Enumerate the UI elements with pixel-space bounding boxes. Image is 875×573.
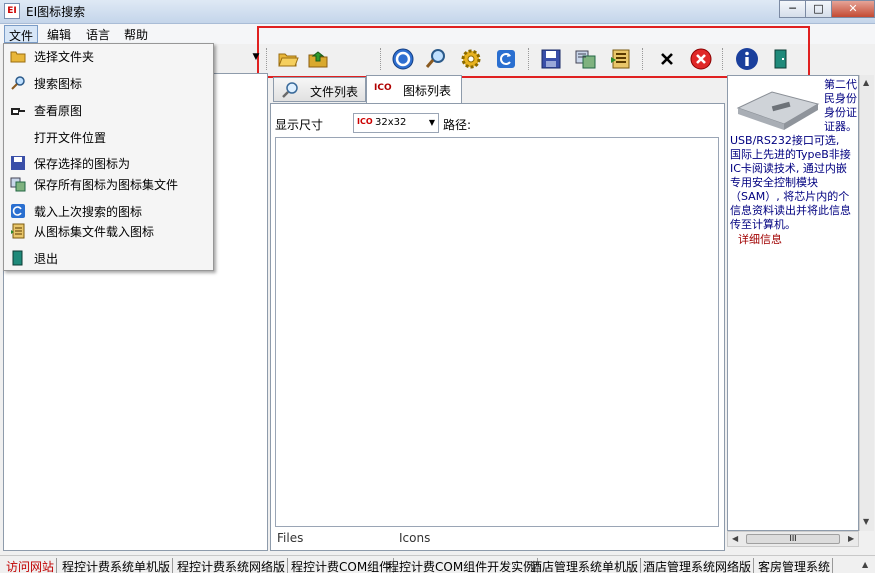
window-title: EI图标搜索 xyxy=(26,5,86,19)
menu-select-folder[interactable]: 选择文件夹 xyxy=(6,46,211,66)
icon-grid-area[interactable] xyxy=(275,137,719,527)
menu-item-label: 载入上次搜索的图标 xyxy=(34,205,143,219)
menu-save-all-icons[interactable]: 保存所有图标为图标集文件 xyxy=(6,174,211,194)
menu-help[interactable]: 帮助 xyxy=(120,25,152,43)
details-link[interactable]: 详细信息 xyxy=(738,231,782,247)
display-size-value: 32x32 xyxy=(375,117,407,128)
ad-line: 信息资料读出并将此信息 xyxy=(730,204,851,217)
ad-line: 证器。 xyxy=(824,120,857,133)
ad-line: 民身份 xyxy=(824,92,857,105)
app-icon: EI xyxy=(4,3,20,19)
minimize-button[interactable]: ─ xyxy=(779,0,806,18)
ad-vertical-scrollbar[interactable]: ▲ ▼ xyxy=(859,75,874,531)
ad-line: （SAM）, 将芯片内的个 xyxy=(730,190,850,203)
link-billing-standalone[interactable]: 程控计费系统单机版 xyxy=(62,558,174,573)
icon-list-tab-body: 显示尺寸 ICO 32x32 ▼ 路径: Files Icons xyxy=(270,103,725,551)
menu-exit[interactable]: 退出 xyxy=(6,248,211,268)
ad-line: 第二代 xyxy=(824,78,857,91)
menu-item-label: 退出 xyxy=(34,252,59,266)
menu-item-label: 选择文件夹 xyxy=(34,50,95,64)
load-iconset-icon xyxy=(10,223,26,239)
link-bar: 访问网站 程控计费系统单机版 程控计费系统网络版 程控计费COM组件 程控计费C… xyxy=(0,555,875,573)
title-bar: EI EI图标搜索 ─ □ ✕ xyxy=(0,0,875,24)
pointing-hand-icon xyxy=(10,102,26,118)
menu-language[interactable]: 语言 xyxy=(82,25,114,43)
reload-icon xyxy=(10,203,26,219)
menu-load-last-search[interactable]: 载入上次搜索的图标 xyxy=(6,201,211,221)
card-reader-image xyxy=(732,78,820,136)
path-label: 路径: xyxy=(443,118,472,132)
scroll-right-icon[interactable]: ▶ xyxy=(848,534,854,543)
search-icon xyxy=(10,75,26,91)
link-visit-website[interactable]: 访问网站 xyxy=(6,558,58,573)
status-columns: Files Icons xyxy=(274,530,720,548)
ico-icon: ICO xyxy=(374,83,392,93)
menu-search-icons[interactable]: 搜索图标 xyxy=(6,73,211,93)
link-billing-com[interactable]: 程控计费COM组件 xyxy=(291,558,395,573)
magnifier-icon xyxy=(280,81,300,102)
link-room-management[interactable]: 客房管理系统 xyxy=(758,558,834,573)
ad-horizontal-scrollbar[interactable]: ◀ III ▶ xyxy=(727,531,859,547)
menu-open-file-location[interactable]: 打开文件位置 xyxy=(6,127,211,147)
menu-item-label: 保存所有图标为图标集文件 xyxy=(34,178,179,192)
scroll-up-icon[interactable]: ▲ xyxy=(863,78,869,87)
ad-line: IC卡阅读技术, 通过内嵌 xyxy=(730,162,847,175)
link-billing-com-example[interactable]: 程控计费COM组件开发实例 xyxy=(387,558,539,573)
chevron-down-icon: ▼ xyxy=(428,118,435,127)
tab-label: 文件列表 xyxy=(310,85,359,99)
tab-icon-list[interactable]: ICO 图标列表 xyxy=(366,75,462,104)
toolbar-highlight-box xyxy=(257,26,810,78)
ico-icon: ICO xyxy=(357,117,373,126)
save-all-icon xyxy=(10,176,26,192)
display-size-select[interactable]: ICO 32x32 ▼ xyxy=(353,113,439,133)
ad-line: USB/RS232接口可选, xyxy=(730,134,840,147)
file-menu-dropdown: 选择文件夹 搜索图标 查看原图 打开文件位置 保存选择的图标为 保存所有图标为图… xyxy=(3,43,214,271)
link-bar-scroll-icon[interactable]: ▲ xyxy=(862,560,868,569)
save-icon xyxy=(10,155,26,171)
menu-item-label: 打开文件位置 xyxy=(34,131,107,145)
center-panel: 文件列表 ICO 图标列表 显示尺寸 ICO 32x32 ▼ 路径: Files… xyxy=(270,75,725,551)
menu-item-label: 保存选择的图标为 xyxy=(34,157,131,171)
link-hotel-network[interactable]: 酒店管理系统网络版 xyxy=(643,558,755,573)
scroll-left-icon[interactable]: ◀ xyxy=(732,534,738,543)
close-button[interactable]: ✕ xyxy=(831,0,875,18)
link-billing-network[interactable]: 程控计费系统网络版 xyxy=(177,558,289,573)
scroll-down-icon[interactable]: ▼ xyxy=(863,517,869,526)
drive-combo-arrow-icon[interactable]: ▼ xyxy=(250,52,262,66)
display-size-label: 显示尺寸 xyxy=(275,118,324,132)
menu-save-selected-icon[interactable]: 保存选择的图标为 xyxy=(6,153,211,173)
scroll-thumb[interactable]: III xyxy=(746,534,840,544)
ad-line: 身份证 xyxy=(824,106,857,119)
tab-file-list[interactable]: 文件列表 xyxy=(273,77,366,102)
ad-panel: 第二代 民身份 身份证 证器。 USB/RS232接口可选, 国际上先进的Typ… xyxy=(727,75,859,531)
menu-load-from-iconset[interactable]: 从图标集文件载入图标 xyxy=(6,221,211,241)
link-hotel-standalone[interactable]: 酒店管理系统单机版 xyxy=(530,558,642,573)
folder-icon xyxy=(10,48,26,64)
menu-item-label: 查看原图 xyxy=(34,104,83,118)
ad-line: 国际上先进的TypeB非接 xyxy=(730,148,851,161)
menu-item-label: 从图标集文件载入图标 xyxy=(34,225,155,239)
menu-file[interactable]: 文件 xyxy=(4,25,39,43)
maximize-button[interactable]: □ xyxy=(805,0,832,18)
menu-view-original[interactable]: 查看原图 xyxy=(6,100,211,120)
exit-door-icon xyxy=(10,250,26,266)
menu-item-label: 搜索图标 xyxy=(34,77,83,91)
window-controls: ─ □ ✕ xyxy=(779,0,875,20)
tab-label: 图标列表 xyxy=(403,84,452,98)
files-column: Files xyxy=(277,531,304,545)
icons-column: Icons xyxy=(399,531,431,545)
ad-line: 专用安全控制模块 xyxy=(730,176,818,189)
menu-edit[interactable]: 编辑 xyxy=(43,25,75,43)
